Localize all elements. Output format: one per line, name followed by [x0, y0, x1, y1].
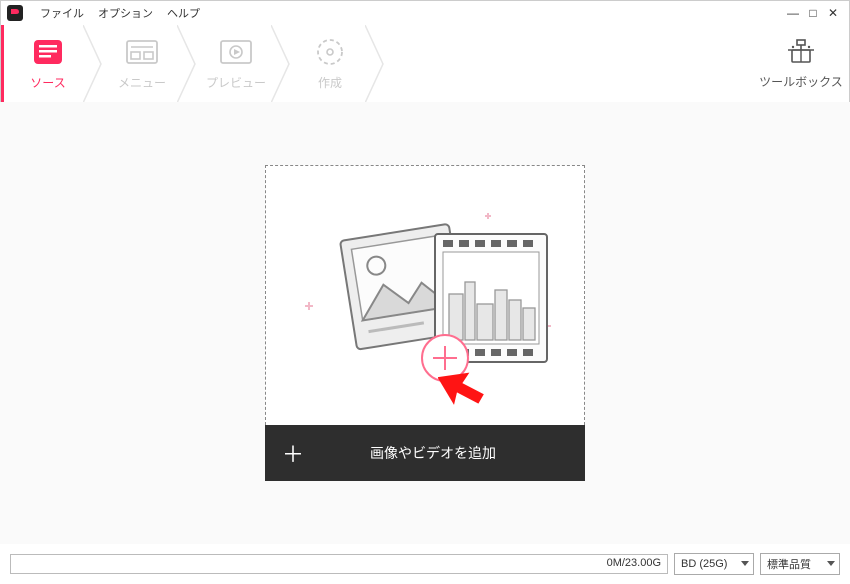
- step-label: 作成: [318, 74, 342, 91]
- toolbox-button[interactable]: ツールボックス: [753, 25, 849, 102]
- capacity-bar: 0M/23.00G: [10, 554, 668, 574]
- window-minimize[interactable]: —: [783, 6, 803, 20]
- pointer-arrow-icon: [438, 364, 508, 424]
- quality-select[interactable]: 標準品質: [760, 553, 840, 575]
- menu-file[interactable]: ファイル: [33, 5, 91, 21]
- drop-zone[interactable]: ＋ 画像やビデオを追加: [265, 165, 585, 481]
- step-menu[interactable]: メニュー: [95, 25, 189, 102]
- step-label: メニュー: [118, 74, 166, 91]
- disc-type-select[interactable]: BD (25G): [674, 553, 754, 575]
- menu-icon: [126, 36, 158, 68]
- toolbox-icon: [786, 38, 816, 69]
- menu-help[interactable]: ヘルプ: [160, 5, 207, 21]
- step-source[interactable]: ソース: [1, 25, 95, 102]
- window-close[interactable]: ✕: [823, 6, 843, 20]
- disc-type-value: BD (25G): [681, 558, 727, 570]
- source-icon: [33, 36, 63, 68]
- preview-icon: [220, 36, 252, 68]
- app-icon: [7, 5, 23, 21]
- status-bar: 0M/23.00G BD (25G) 標準品質: [0, 544, 850, 584]
- step-create[interactable]: 作成: [283, 25, 377, 102]
- drop-illustration: [265, 165, 585, 425]
- step-label: プレビュー: [206, 74, 266, 91]
- chevron-down-icon: [741, 561, 749, 566]
- disc-icon: [316, 36, 344, 68]
- step-preview[interactable]: プレビュー: [189, 25, 283, 102]
- chevron-down-icon: [827, 561, 835, 566]
- quality-value: 標準品質: [767, 556, 811, 572]
- window-maximize[interactable]: □: [803, 6, 823, 20]
- add-media-label: 画像やビデオを追加: [321, 443, 585, 463]
- add-media-button[interactable]: ＋ 画像やビデオを追加: [265, 425, 585, 481]
- capacity-text: 0M/23.00G: [607, 557, 661, 569]
- menu-option[interactable]: オプション: [91, 5, 160, 21]
- toolbox-label: ツールボックス: [759, 73, 843, 90]
- step-nav: ソース メニュー プレビュー 作成 ツールボックス: [1, 25, 849, 103]
- main-area: ＋ 画像やビデオを追加: [0, 102, 850, 544]
- titlebar: ファイル オプション ヘルプ — □ ✕: [1, 1, 849, 25]
- plus-icon: ＋: [265, 437, 321, 469]
- step-label: ソース: [30, 74, 65, 91]
